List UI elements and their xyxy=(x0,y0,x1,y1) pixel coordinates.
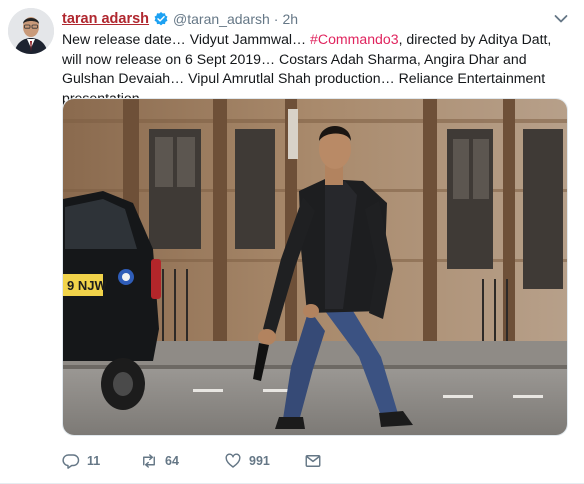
tweet-card[interactable]: taran adarsh @taran_adarsh · 2h New rele… xyxy=(0,0,584,484)
retweet-icon xyxy=(143,454,155,468)
avatar[interactable] xyxy=(8,8,54,54)
tweet-timestamp[interactable]: 2h xyxy=(282,11,298,27)
tweet-text: New release date… Vidyut Jammwal… #Comma… xyxy=(62,30,572,108)
like-button[interactable]: 991 xyxy=(224,452,270,470)
license-plate: 9 NJW xyxy=(67,278,107,293)
reply-icon xyxy=(62,454,80,469)
chevron-down-icon[interactable] xyxy=(554,14,568,24)
photo-scene: 9 NJW xyxy=(63,99,567,435)
hashtag-link[interactable]: #Commando3 xyxy=(310,31,399,47)
retweet-button[interactable]: 64 xyxy=(140,452,179,470)
direct-message-button[interactable] xyxy=(304,452,322,470)
tweet-media-photo[interactable]: 9 NJW xyxy=(62,98,568,436)
avatar-image xyxy=(8,8,54,54)
user-handle[interactable]: @taran_adarsh xyxy=(173,11,270,27)
tweet-header: taran adarsh @taran_adarsh · 2h xyxy=(62,9,298,29)
tweet-text-part1: New release date… Vidyut Jammwal… xyxy=(62,31,311,47)
separator-dot: · xyxy=(273,11,279,27)
heart-icon xyxy=(225,453,241,468)
like-count: 991 xyxy=(249,454,270,468)
verified-badge-icon xyxy=(153,11,169,27)
envelope-icon xyxy=(305,455,321,467)
reply-button[interactable]: 11 xyxy=(62,452,100,470)
reply-count: 11 xyxy=(87,454,101,468)
retweet-count: 64 xyxy=(165,454,179,468)
display-name[interactable]: taran adarsh xyxy=(62,11,149,27)
